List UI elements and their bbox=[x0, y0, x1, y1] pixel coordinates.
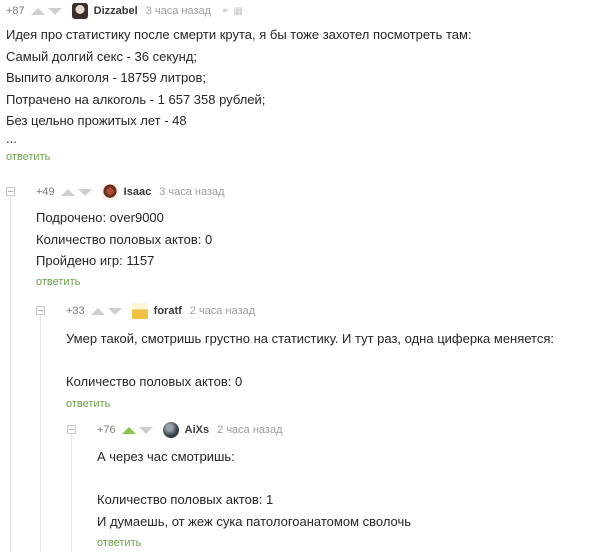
comment-line: Количество половых актов: 0 bbox=[36, 231, 213, 247]
comment-line: Количество половых актов: 1 bbox=[97, 492, 274, 507]
link-icon[interactable]: ⚭ bbox=[221, 6, 229, 17]
comment-line: И думаешь, от жеж сука патологоанатомом … bbox=[97, 513, 412, 529]
comment-aixs: +76 AiXs 2 часа назад А через час смотри… bbox=[97, 419, 596, 549]
comment-body: А через час смотришь: Количество половых… bbox=[97, 446, 596, 532]
comment-time[interactable]: 3 часа назад bbox=[159, 186, 224, 198]
comment-line: Умер такой, смотришь грустно на статисти… bbox=[66, 331, 555, 346]
thread-line-level-2 bbox=[40, 313, 41, 552]
reply-link[interactable]: ответить bbox=[36, 276, 596, 288]
downvote-icon[interactable] bbox=[77, 188, 92, 196]
reply-link[interactable]: ответить bbox=[97, 537, 596, 549]
comment-time[interactable]: 2 часа назад bbox=[217, 424, 282, 436]
downvote-icon[interactable] bbox=[138, 426, 153, 434]
comment-body: Идея про статистику после смерти крута, … bbox=[6, 24, 596, 146]
thread-line-level-3 bbox=[71, 432, 72, 552]
collapse-thread-icon[interactable] bbox=[36, 306, 45, 315]
avatar[interactable] bbox=[131, 303, 148, 319]
upvote-icon[interactable] bbox=[121, 426, 136, 434]
author-name[interactable]: AiXs bbox=[185, 424, 209, 436]
comment-line: Без цельно прожитых лет - 48 bbox=[6, 113, 187, 128]
comment-isaac: +49 Isaac 3 часа назад Подрочено: over90… bbox=[36, 181, 596, 288]
save-icon[interactable]: ▦ bbox=[233, 6, 242, 17]
comment-line: Самый долгий секс - 36 секунд; bbox=[6, 48, 198, 64]
collapse-thread-icon[interactable] bbox=[6, 187, 15, 196]
comment-line: Потрачено на алкоголь - 1 657 358 рублей… bbox=[6, 91, 266, 107]
avatar[interactable] bbox=[101, 184, 118, 200]
reply-link[interactable]: ответить bbox=[66, 398, 596, 410]
avatar[interactable] bbox=[71, 3, 88, 19]
comment-rating: +33 bbox=[66, 305, 85, 317]
collapse-thread-icon[interactable] bbox=[67, 425, 76, 434]
comment-header: +76 AiXs 2 часа назад bbox=[97, 419, 596, 441]
comment-time[interactable]: 2 часа назад bbox=[190, 305, 255, 317]
avatar[interactable] bbox=[162, 422, 179, 438]
comment-rating: +49 bbox=[36, 186, 55, 198]
comment-line: Подрочено: over9000 bbox=[36, 210, 164, 225]
downvote-icon[interactable] bbox=[47, 7, 62, 15]
downvote-icon[interactable] bbox=[107, 307, 122, 315]
comment-line: Пройдено игр: 1157 bbox=[36, 253, 155, 268]
comment-line: Выпито алкоголя - 18759 литров; bbox=[6, 70, 206, 85]
comment-header: +87 Dizzabel 3 часа назад ⚭ ▦ bbox=[6, 0, 596, 22]
comment-dizzabel: +87 Dizzabel 3 часа назад ⚭ ▦ Идея про с… bbox=[6, 0, 596, 163]
comment-time[interactable]: 3 часа назад bbox=[146, 5, 211, 17]
upvote-icon[interactable] bbox=[60, 188, 75, 196]
comment-line: Количество половых актов: 0 bbox=[66, 374, 243, 389]
comment-line: Идея про статистику после смерти крута, … bbox=[6, 27, 472, 42]
comment-body: Подрочено: over9000 Количество половых а… bbox=[36, 207, 596, 272]
comment-foratf: +33 foratf 2 часа назад Умер такой, смот… bbox=[66, 300, 596, 410]
comment-line: А через час смотришь: bbox=[97, 449, 235, 464]
author-name[interactable]: foratf bbox=[154, 305, 182, 317]
upvote-icon[interactable] bbox=[90, 307, 105, 315]
comment-line bbox=[66, 350, 596, 372]
comment-rating: +76 bbox=[97, 424, 116, 436]
author-name[interactable]: Dizzabel bbox=[94, 5, 138, 17]
thread-line-level-1 bbox=[10, 192, 11, 552]
comment-line bbox=[97, 468, 596, 490]
reply-link[interactable]: ответить bbox=[6, 151, 596, 163]
comment-header: +49 Isaac 3 часа назад bbox=[36, 181, 596, 203]
comment-rating: +87 bbox=[6, 5, 25, 17]
comment-line: ... bbox=[6, 130, 17, 146]
comment-header: +33 foratf 2 часа назад bbox=[66, 300, 596, 322]
author-name[interactable]: Isaac bbox=[124, 186, 152, 198]
comment-body: Умер такой, смотришь грустно на статисти… bbox=[66, 328, 596, 393]
upvote-icon[interactable] bbox=[30, 7, 45, 15]
